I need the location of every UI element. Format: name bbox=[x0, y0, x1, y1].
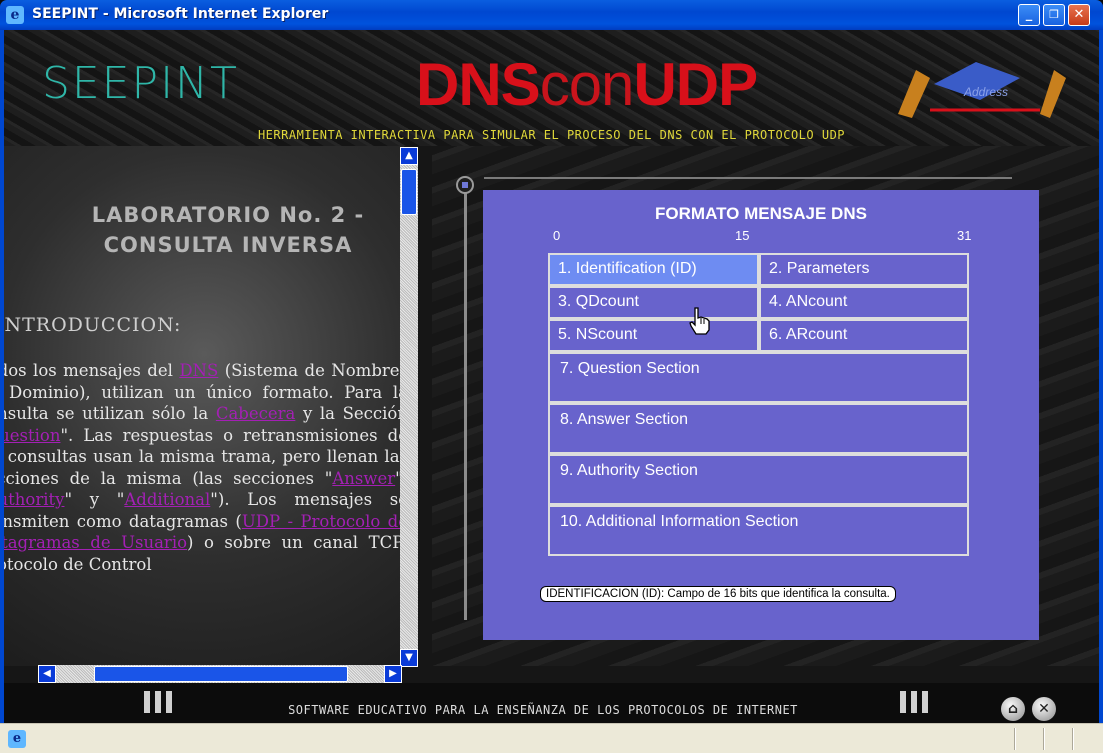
lab-text-panel: LABORATORIO No. 2 - CONSULTA INVERSA INT… bbox=[4, 146, 404, 666]
intro-text-part: " y " bbox=[64, 490, 125, 509]
status-separator bbox=[1014, 728, 1016, 750]
exit-button[interactable]: ✕ bbox=[1032, 697, 1056, 721]
slider-track bbox=[464, 186, 467, 620]
browser-window: e SEEPINT - Microsoft Internet Explorer … bbox=[0, 0, 1103, 753]
authority-link[interactable]: Authority bbox=[4, 490, 64, 509]
intro-text-part: Todos los mensajes del bbox=[4, 361, 173, 380]
field-additional-section[interactable]: 10. Additional Information Section bbox=[548, 505, 969, 556]
dns-con-udp-logo: DNSconUDP bbox=[416, 50, 758, 119]
scroll-down-arrow-icon[interactable]: ▼ bbox=[400, 649, 418, 667]
minimize-button[interactable]: _ bbox=[1018, 4, 1040, 26]
page-icon: e bbox=[8, 730, 26, 748]
status-separator bbox=[1043, 728, 1045, 750]
vertical-scrollbar[interactable]: ▲ ▼ bbox=[400, 147, 418, 667]
intro-paragraph: Todos los mensajes del DNS (Sistema de N… bbox=[4, 360, 404, 575]
slider-knob[interactable] bbox=[456, 176, 474, 194]
bit-label-31: 31 bbox=[957, 228, 972, 243]
top-rule-line bbox=[484, 177, 1012, 179]
logo-con-text: con bbox=[539, 51, 635, 118]
horizontal-scroll-thumb[interactable] bbox=[94, 666, 348, 682]
title-bar[interactable]: e SEEPINT - Microsoft Internet Explorer … bbox=[0, 0, 1103, 30]
field-question-section[interactable]: 7. Question Section bbox=[548, 352, 969, 403]
address-logo-right-piece bbox=[1040, 70, 1066, 118]
lab-title: LABORATORIO No. 2 - CONSULTA INVERSA bbox=[68, 200, 388, 260]
question-link[interactable]: Question bbox=[4, 426, 60, 445]
status-bar: e bbox=[0, 723, 1103, 753]
dns-message-format-panel: FORMATO MENSAJE DNS 0 15 31 1. Identific… bbox=[483, 190, 1039, 640]
horizontal-scrollbar[interactable]: ◀ ▶ bbox=[38, 665, 402, 683]
dns-link[interactable]: DNS bbox=[179, 361, 218, 380]
banner: SEEPINT DNSconUDP Address HERRAMIENTA IN… bbox=[4, 30, 1099, 146]
hand-cursor-icon bbox=[689, 307, 710, 335]
restore-button[interactable]: ❐ bbox=[1043, 4, 1065, 26]
scroll-left-arrow-icon[interactable]: ◀ bbox=[38, 665, 56, 683]
status-separator bbox=[1072, 728, 1074, 750]
field-identification[interactable]: 1. Identification (ID) bbox=[548, 253, 759, 286]
close-button[interactable]: ✕ bbox=[1068, 4, 1090, 26]
logo-udp-text: UDP bbox=[633, 51, 758, 118]
answer-link[interactable]: Answer bbox=[332, 469, 395, 488]
field-arcount[interactable]: 6. ARcount bbox=[759, 319, 969, 352]
intro-heading: INTRODUCCION: bbox=[4, 314, 182, 336]
seepint-logo: SEEPINT bbox=[42, 58, 239, 109]
field-qdcount[interactable]: 3. QDcount bbox=[548, 286, 759, 319]
field-tooltip: IDENTIFICACION (ID): Campo de 16 bits qu… bbox=[540, 586, 896, 602]
bit-label-15: 15 bbox=[735, 228, 750, 243]
footer-bar: SOFTWARE EDUCATIVO PARA LA ENSEÑANZA DE … bbox=[4, 683, 1099, 723]
internet-explorer-icon: e bbox=[6, 6, 24, 24]
bit-label-0: 0 bbox=[553, 228, 561, 243]
address-logo-left-piece bbox=[898, 70, 930, 118]
scroll-right-arrow-icon[interactable]: ▶ bbox=[384, 665, 402, 683]
lab-title-line2: CONSULTA INVERSA bbox=[103, 233, 353, 257]
window-title: SEEPINT - Microsoft Internet Explorer bbox=[32, 6, 329, 22]
logo-dns-text: DNS bbox=[416, 51, 541, 118]
field-ancount[interactable]: 4. ANcount bbox=[759, 286, 969, 319]
field-nscount[interactable]: 5. NScount bbox=[548, 319, 759, 352]
flash-content: SEEPINT DNSconUDP Address HERRAMIENTA IN… bbox=[4, 30, 1099, 723]
field-authority-section[interactable]: 9. Authority Section bbox=[548, 454, 969, 505]
banner-subtitle: HERRAMIENTA INTERACTIVA PARA SIMULAR EL … bbox=[257, 128, 846, 142]
field-parameters[interactable]: 2. Parameters bbox=[759, 253, 969, 286]
field-answer-section[interactable]: 8. Answer Section bbox=[548, 403, 969, 454]
address-logo: Address bbox=[898, 62, 1066, 118]
window-frame-right bbox=[1099, 30, 1103, 723]
footer-bars-right-icon bbox=[900, 691, 936, 717]
vertical-scroll-thumb[interactable] bbox=[401, 169, 417, 215]
scroll-up-arrow-icon[interactable]: ▲ bbox=[400, 147, 418, 165]
lab-title-line1: LABORATORIO No. 2 - bbox=[91, 203, 365, 227]
additional-link[interactable]: Additional bbox=[124, 490, 210, 509]
panel-title: FORMATO MENSAJE DNS bbox=[655, 204, 867, 223]
address-logo-text: Address bbox=[963, 85, 1008, 99]
cabecera-link[interactable]: Cabecera bbox=[216, 404, 296, 423]
home-button[interactable]: ⌂ bbox=[1001, 697, 1025, 721]
